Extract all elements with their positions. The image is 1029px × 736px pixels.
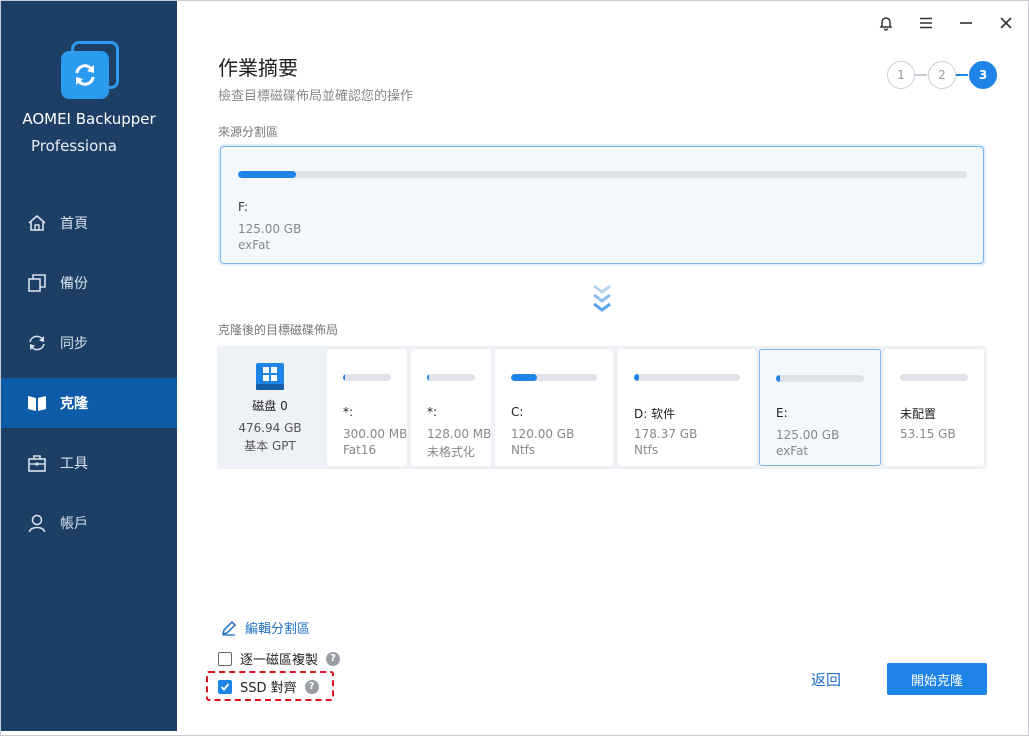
chevron-down-icon	[591, 283, 613, 315]
close-icon[interactable]	[996, 13, 1016, 33]
sidebar-item-clone[interactable]: 克隆	[1, 378, 177, 428]
partition-filesystem: exFat	[776, 444, 809, 458]
user-icon	[26, 512, 48, 534]
sidebar: AOMEI Backupper Professiona 首頁 備份 同步 克隆	[1, 1, 177, 731]
sidebar-item-label: 工具	[60, 456, 88, 472]
partition-size: 125.00 GB	[238, 222, 302, 236]
help-icon[interactable]: ?	[326, 651, 341, 666]
partition-size: 125.00 GB	[776, 428, 840, 442]
step-3: 3	[969, 61, 997, 89]
minimize-icon[interactable]	[956, 13, 976, 33]
sidebar-item-label: 帳戶	[60, 516, 88, 532]
source-label: 來源分割區	[218, 125, 279, 139]
sync-icon	[26, 332, 48, 354]
usage-bar	[427, 374, 475, 381]
annotation-highlight	[206, 671, 334, 701]
partition-card[interactable]: D: 软件 178.37 GB Ntfs	[618, 349, 756, 466]
sidebar-item-sync[interactable]: 同步	[1, 318, 177, 368]
back-button[interactable]: 返回	[811, 669, 841, 690]
partition-filesystem: exFat	[238, 238, 271, 252]
page-subtitle: 檢查目標磁碟佈局並確認您的操作	[218, 89, 414, 104]
partition-filesystem: Ntfs	[511, 443, 536, 457]
partition-size: 178.37 GB	[634, 427, 698, 441]
edit-partitions-label: 編輯分割區	[245, 622, 311, 637]
app-window: AOMEI Backupper Professiona 首頁 備份 同步 克隆	[0, 0, 1029, 736]
sector-by-sector-checkbox[interactable]	[218, 651, 232, 666]
partition-letter: E:	[776, 406, 788, 420]
usage-fill	[634, 374, 640, 381]
clone-icon	[26, 392, 48, 414]
pencil-icon	[221, 620, 237, 636]
step-2: 2	[928, 61, 956, 89]
step-connector	[956, 74, 968, 76]
disk-icon	[255, 362, 285, 392]
disk-type: 基本 GPT	[244, 439, 296, 453]
partition-card[interactable]: *: 300.00 MB Fat16	[327, 349, 407, 466]
usage-bar	[238, 171, 967, 178]
disk-size: 476.94 GB	[238, 421, 302, 435]
sidebar-item-tools[interactable]: 工具	[1, 438, 177, 488]
source-partition[interactable]: F: 125.00 GB exFat	[220, 146, 984, 264]
disk-info: 磁盘 0 476.94 GB 基本 GPT	[217, 346, 323, 469]
disk-name: 磁盘 0	[252, 399, 288, 413]
usage-bar	[511, 374, 597, 381]
partition-filesystem: 未格式化	[427, 445, 476, 459]
partition-size: 300.00 MB	[343, 427, 408, 441]
partition-card-unallocated[interactable]: 未配置 53.15 GB	[884, 349, 984, 466]
start-clone-button[interactable]: 開始克隆	[887, 663, 987, 695]
partition-filesystem: Fat16	[343, 443, 377, 457]
target-label: 克隆後的目標磁碟佈局	[218, 323, 339, 337]
partition-card[interactable]: *: 128.00 MB 未格式化	[411, 349, 491, 466]
sidebar-item-label: 同步	[60, 336, 88, 352]
sector-by-sector-option[interactable]: 逐一磁區複製 ?	[218, 649, 341, 668]
partition-filesystem: Ntfs	[634, 443, 659, 457]
step-connector	[915, 74, 927, 76]
bell-icon[interactable]	[876, 13, 896, 33]
partition-size: 120.00 GB	[511, 427, 575, 441]
sidebar-item-home[interactable]: 首頁	[1, 198, 177, 248]
toolbox-icon	[26, 452, 48, 474]
partition-letter: 未配置	[900, 407, 937, 421]
partition-letter: *:	[427, 405, 438, 419]
app-edition: Professiona	[31, 137, 117, 155]
usage-fill	[511, 374, 537, 381]
partition-letter: *:	[343, 405, 354, 419]
app-logo-icon	[61, 41, 121, 101]
sector-by-sector-label: 逐一磁區複製	[240, 653, 319, 668]
partition-card[interactable]: C: 120.00 GB Ntfs	[495, 349, 613, 466]
home-icon	[26, 212, 48, 234]
app-name: AOMEI Backupper	[22, 110, 156, 128]
step-1: 1	[887, 61, 915, 89]
sidebar-item-label: 備份	[60, 276, 88, 292]
usage-bar	[900, 374, 968, 381]
edit-partitions-link[interactable]: 編輯分割區	[221, 618, 310, 637]
partition-size: 53.15 GB	[900, 427, 956, 441]
sidebar-item-backup[interactable]: 備份	[1, 258, 177, 308]
usage-fill	[238, 171, 297, 178]
partition-card-selected[interactable]: E: 125.00 GB exFat	[759, 349, 881, 466]
usage-fill	[343, 374, 346, 381]
usage-fill	[427, 374, 430, 381]
usage-fill	[776, 375, 781, 382]
backup-icon	[26, 272, 48, 294]
sidebar-item-label: 首頁	[60, 216, 88, 232]
sidebar-item-label: 克隆	[60, 396, 88, 412]
usage-bar	[343, 374, 391, 381]
partition-size: 128.00 MB	[427, 427, 492, 441]
page-title: 作業摘要	[218, 56, 298, 80]
menu-icon[interactable]	[916, 13, 936, 33]
usage-bar	[776, 375, 864, 382]
usage-bar	[634, 374, 740, 381]
partition-letter: C:	[511, 405, 524, 419]
target-disk-layout: 磁盘 0 476.94 GB 基本 GPT *: 300.00 MB Fat16…	[217, 346, 987, 469]
partition-letter: D: 软件	[634, 407, 676, 421]
sidebar-item-account[interactable]: 帳戶	[1, 498, 177, 548]
partition-letter: F:	[238, 200, 249, 214]
